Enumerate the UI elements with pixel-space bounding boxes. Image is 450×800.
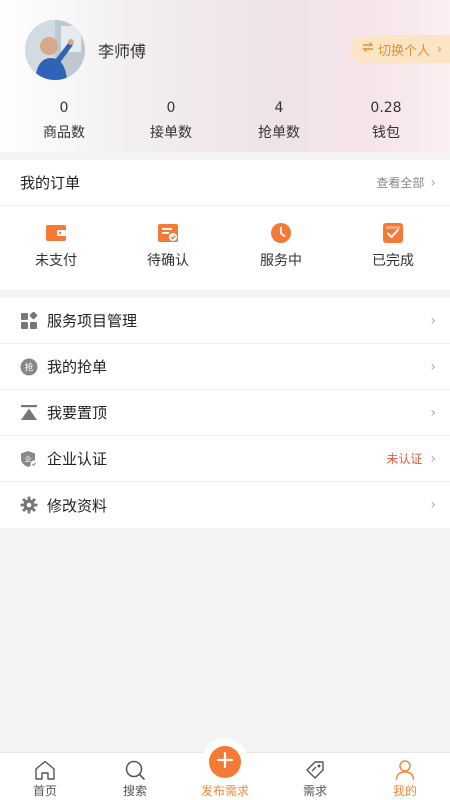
- stat-value: 0: [166, 100, 176, 116]
- tab-home[interactable]: 首页: [0, 753, 90, 800]
- tab-label: 搜索: [122, 784, 147, 798]
- order-unpaid[interactable]: 未支付: [16, 222, 96, 270]
- tab-demands[interactable]: 需求: [270, 753, 360, 800]
- orders-card: 我的订单 查看全部 › 未支付 待确认 服务中 已完成: [0, 160, 450, 290]
- chevron-right-icon: ›: [430, 312, 436, 329]
- home-icon: [0, 759, 90, 781]
- swap-icon: [362, 41, 374, 57]
- stat-label: 钱包: [372, 125, 400, 141]
- pin-top-icon: [20, 404, 38, 422]
- settings-menu: 服务项目管理 › 抢 我的抢单 › 我要置顶 › 企 企业认证 未认证 › 修改…: [0, 298, 450, 528]
- verification-status: 未认证: [386, 452, 423, 466]
- grid-icon: [20, 311, 38, 330]
- user-name: 李师傅: [98, 42, 147, 61]
- order-status-label: 未支付: [35, 253, 77, 269]
- gear-icon: [20, 496, 38, 514]
- stat-grabbed-orders[interactable]: 4 抢单数: [239, 98, 319, 142]
- chevron-right-icon: ›: [430, 404, 436, 421]
- switch-identity-button[interactable]: 切换个人 ›: [350, 35, 450, 63]
- chevron-right-icon: ›: [430, 358, 436, 375]
- tab-label: 我的: [392, 784, 417, 798]
- avatar[interactable]: [25, 20, 85, 80]
- chevron-right-icon: ›: [430, 450, 436, 467]
- profile-header: 李师傅 切换个人 › 0 商品数 0 接单数 4 抢单数 0.28 钱包: [0, 0, 450, 152]
- menu-item-label: 服务项目管理: [47, 312, 138, 330]
- tab-label: 需求: [302, 784, 327, 798]
- wallet-icon: [16, 222, 96, 244]
- menu-item-label: 企业认证: [47, 450, 108, 468]
- order-in-service[interactable]: 服务中: [241, 222, 321, 270]
- stat-accepted-orders[interactable]: 0 接单数: [131, 98, 211, 142]
- enterprise-shield-icon: 企: [20, 450, 38, 468]
- menu-item-enterprise-verification[interactable]: 企 企业认证 未认证 ›: [0, 436, 450, 482]
- view-all-label: 查看全部: [376, 176, 425, 190]
- user-icon: [360, 759, 450, 781]
- menu-item-pin-top[interactable]: 我要置顶 ›: [0, 390, 450, 436]
- stat-value: 4: [274, 100, 284, 116]
- menu-item-service-management[interactable]: 服务项目管理 ›: [0, 298, 450, 344]
- plus-icon: [216, 751, 234, 773]
- tab-search[interactable]: 搜索: [90, 753, 180, 800]
- stat-label: 接单数: [150, 125, 192, 141]
- orders-header: 我的订单 查看全部 ›: [0, 160, 450, 206]
- tab-mine[interactable]: 我的: [360, 753, 450, 800]
- menu-item-my-grabbed-orders[interactable]: 抢 我的抢单 ›: [0, 344, 450, 390]
- publish-demand-label[interactable]: 发布需求: [180, 782, 270, 799]
- stat-value: 0: [59, 100, 69, 116]
- tab-label: 首页: [32, 784, 57, 798]
- order-status-label: 待确认: [147, 253, 189, 269]
- check-box-icon: [353, 222, 433, 244]
- order-completed[interactable]: 已完成: [353, 222, 433, 270]
- chevron-right-icon: ›: [430, 174, 436, 191]
- menu-item-edit-profile[interactable]: 修改资料 ›: [0, 482, 450, 528]
- chevron-right-icon: ›: [430, 497, 436, 513]
- stats-row: 0 商品数 0 接单数 4 抢单数 0.28 钱包: [0, 98, 450, 144]
- tag-icon: [270, 759, 360, 781]
- switch-identity-label: 切换个人: [378, 43, 431, 59]
- search-icon: [90, 759, 180, 781]
- menu-item-label: 我要置顶: [47, 404, 108, 422]
- view-all-orders-link[interactable]: 查看全部 ›: [376, 174, 436, 191]
- stat-products[interactable]: 0 商品数: [24, 98, 104, 142]
- order-pending-confirm[interactable]: 待确认: [128, 222, 208, 270]
- menu-item-label: 修改资料: [47, 496, 108, 515]
- stat-wallet[interactable]: 0.28 钱包: [346, 98, 426, 142]
- svg-text:抢: 抢: [24, 361, 33, 373]
- confirm-icon: [128, 222, 208, 244]
- stat-value: 0.28: [370, 100, 402, 116]
- order-status-label: 服务中: [260, 253, 302, 269]
- stat-label: 抢单数: [258, 125, 300, 141]
- publish-demand-button[interactable]: [209, 746, 241, 778]
- order-status-label: 已完成: [372, 253, 414, 269]
- chevron-right-icon: ›: [437, 42, 442, 56]
- grab-order-icon: 抢: [20, 358, 38, 376]
- stat-label: 商品数: [43, 125, 85, 141]
- svg-text:企: 企: [25, 454, 32, 463]
- menu-item-label: 我的抢单: [47, 358, 108, 376]
- orders-title: 我的订单: [20, 174, 81, 192]
- clock-icon: [241, 222, 321, 244]
